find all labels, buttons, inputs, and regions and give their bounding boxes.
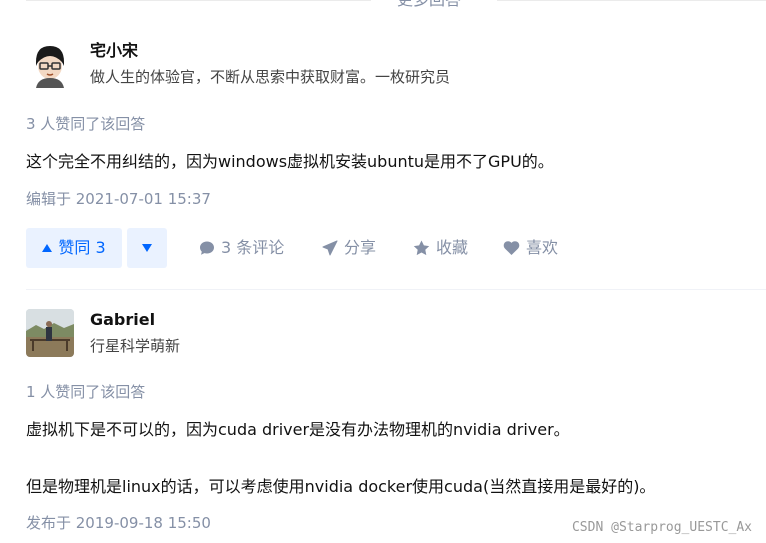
answer-separator xyxy=(26,289,766,290)
vote-up-label: 赞同 3 xyxy=(58,238,106,257)
edit-time[interactable]: 编辑于 2021-07-01 15:37 xyxy=(26,188,211,210)
more-answers-label[interactable]: 更多回答 xyxy=(397,0,461,9)
comment-icon xyxy=(200,241,214,255)
share-label: 分享 xyxy=(344,238,377,257)
like-label: 喜欢 xyxy=(526,238,559,257)
answer-content-line: 虚拟机下是不可以的，因为cuda driver是没有办法物理机的nvidia d… xyxy=(26,420,570,439)
author-headline: 做人生的体验官，不断从思索中获取财富。一枚研究员 xyxy=(90,68,451,86)
comments-button[interactable]: 3 条评论 xyxy=(199,228,284,268)
author-headline: 行星科学萌新 xyxy=(90,337,181,355)
star-icon xyxy=(413,240,430,256)
vote-down-button[interactable] xyxy=(127,228,167,268)
answer-content-line: 这个完全不用纠结的，因为windows虚拟机安装ubuntu是用不了GPU的。 xyxy=(26,152,554,171)
triangle-down-icon xyxy=(142,244,152,252)
avatar[interactable] xyxy=(26,40,74,88)
author-name[interactable]: Gabriel xyxy=(90,309,155,331)
answer-action-bar: 赞同 3 3 条评论 分享 收藏 喜欢 xyxy=(26,228,766,268)
comments-label: 3 条评论 xyxy=(221,238,285,257)
author-info: 宅小宋 做人生的体验官，不断从思索中获取财富。一枚研究员 xyxy=(26,40,766,96)
more-answers-divider: 更多回答 xyxy=(0,0,766,11)
answer-card: 宅小宋 做人生的体验官，不断从思索中获取财富。一枚研究员 3 人赞同了该回答 这… xyxy=(26,40,766,268)
divider-line-right xyxy=(497,0,766,1)
like-button[interactable]: 喜欢 xyxy=(503,228,558,268)
answer-card: Gabriel 行星科学萌新 1 人赞同了该回答 虚拟机下是不可以的，因为cud… xyxy=(26,309,766,532)
share-button[interactable]: 分享 xyxy=(322,228,376,268)
author-name[interactable]: 宅小宋 xyxy=(90,40,138,62)
vote-up-button[interactable]: 赞同 3 xyxy=(26,228,122,268)
vote-count-text: 1 人赞同了该回答 xyxy=(26,383,146,401)
publish-time[interactable]: 发布于 2019-09-18 15:50 xyxy=(26,512,211,534)
avatar[interactable] xyxy=(26,309,74,357)
collect-button[interactable]: 收藏 xyxy=(413,228,468,268)
vote-count-text: 3 人赞同了该回答 xyxy=(26,115,146,133)
triangle-up-icon xyxy=(42,244,53,252)
collect-label: 收藏 xyxy=(436,238,469,257)
watermark: CSDN @Starprog_UESTC_Ax xyxy=(571,520,752,535)
author-info: Gabriel 行星科学萌新 xyxy=(26,309,766,365)
answer-content-line: 但是物理机是linux的话，可以考虑使用nvidia docker使用cuda(… xyxy=(26,477,656,496)
share-icon xyxy=(322,240,338,256)
divider-line-left xyxy=(26,0,371,1)
heart-icon xyxy=(503,241,520,255)
